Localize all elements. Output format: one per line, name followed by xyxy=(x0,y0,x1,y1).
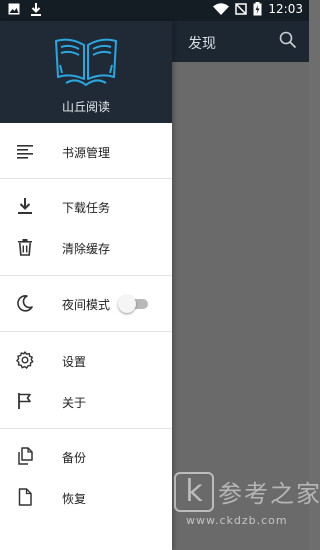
drawer-item-label: 夜间模式 xyxy=(62,298,111,312)
drawer-item-label: 清除缓存 xyxy=(62,242,111,256)
drawer-item-label: 书源管理 xyxy=(62,146,111,160)
trash-icon xyxy=(18,239,32,256)
divider xyxy=(0,275,172,276)
search-icon[interactable] xyxy=(279,31,297,49)
download-icon xyxy=(18,198,32,214)
image-icon xyxy=(8,3,20,15)
divider xyxy=(0,428,172,429)
status-left-icons xyxy=(8,3,42,16)
watermark-logo: k xyxy=(174,472,214,512)
divider xyxy=(0,331,172,332)
flag-icon xyxy=(18,393,31,409)
watermark-url: www.ckdzb.com xyxy=(186,514,288,527)
drawer-item-label: 下载任务 xyxy=(62,201,111,215)
divider xyxy=(0,178,172,179)
drawer-item-label: 备份 xyxy=(62,451,87,465)
app-name: 山丘阅读 xyxy=(61,100,110,114)
book-reader-logo xyxy=(55,38,117,86)
drawer-item-label: 恢复 xyxy=(62,492,87,506)
night-mode-toggle[interactable] xyxy=(118,295,150,313)
drawer-item-about[interactable]: 关于 xyxy=(0,381,172,423)
drawer-item-settings[interactable]: 设置 xyxy=(0,340,172,382)
drawer-item-night-mode[interactable]: 夜间模式 xyxy=(0,283,172,325)
battery-charging-icon xyxy=(253,2,262,16)
wifi-icon xyxy=(213,3,230,15)
file-icon xyxy=(18,488,32,506)
moon-icon xyxy=(17,295,33,312)
app-bar-title: 发现 xyxy=(188,36,216,52)
gear-icon xyxy=(16,351,34,369)
download-icon xyxy=(31,3,41,16)
watermark: k 参考之家 www.ckdzb.com xyxy=(174,472,320,532)
status-bar: 12:03 xyxy=(0,0,309,21)
list-icon xyxy=(17,145,33,159)
drawer-item-label: 关于 xyxy=(62,396,87,410)
copy-file-icon xyxy=(18,447,33,465)
status-right: 12:03 xyxy=(213,2,303,16)
drawer-item-backup[interactable]: 备份 xyxy=(0,436,172,478)
drawer-item-label: 设置 xyxy=(62,355,87,369)
toggle-thumb xyxy=(118,295,136,313)
no-signal-icon xyxy=(235,3,248,15)
drawer-header: 山丘阅读 xyxy=(0,21,172,123)
navigation-drawer: 山丘阅读 书源管理 下载任务 清除缓存 夜间模式 设置 关于 备份 恢复 xyxy=(0,21,172,550)
drawer-item-clear-cache[interactable]: 清除缓存 xyxy=(0,227,172,269)
drawer-item-book-sources[interactable]: 书源管理 xyxy=(0,131,172,173)
drawer-item-downloads[interactable]: 下载任务 xyxy=(0,186,172,228)
drawer-item-restore[interactable]: 恢复 xyxy=(0,477,172,519)
watermark-name: 参考之家 xyxy=(218,480,320,508)
status-time: 12:03 xyxy=(268,2,303,16)
